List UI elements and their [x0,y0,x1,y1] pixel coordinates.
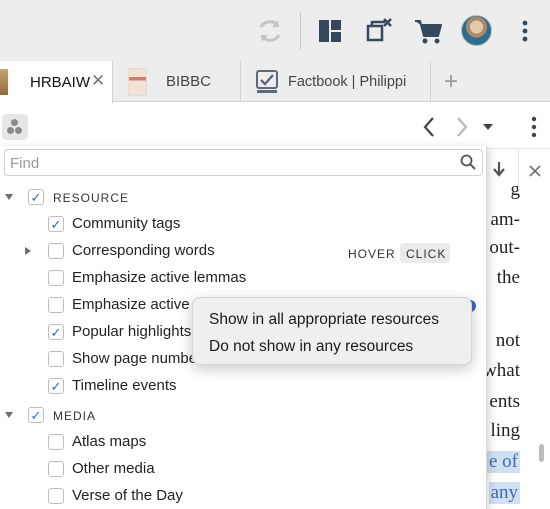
filter-label: Corresponding words [72,242,215,259]
filter-label: Community tags [72,215,181,232]
category-label: RESOURCE [53,191,130,205]
filter-row-emphasize-lemmas[interactable]: Emphasize active lemmas [0,265,487,291]
sync-icon[interactable] [255,16,285,46]
reader-line: ents [489,391,520,412]
tab-label: HRBAIW [30,73,90,91]
group-dot [7,127,14,134]
category-checkbox[interactable]: ✓ [28,189,44,205]
category-label: MEDIA [53,409,97,423]
filter-label: Atlas maps [72,433,147,450]
reader-line: out- [489,237,520,258]
menu-item-show-all[interactable]: Show in all appropriate resources [209,311,439,329]
tab-label: Factbook | Philippi [288,73,407,90]
filter-row-timeline-events[interactable]: ✓ Timeline events [0,373,487,399]
expand-triangle-icon[interactable] [25,247,31,255]
more-vert-icon[interactable] [531,116,537,138]
book-cover-icon [0,69,8,95]
filter-label: Show page numbe [72,350,198,367]
factbook-icon [256,69,278,94]
panel-divider [518,150,519,190]
filter-checkbox[interactable] [48,351,64,367]
filter-label: Popular highlights [72,323,192,340]
filter-checkbox[interactable] [48,297,64,313]
filter-label: Emphasize active r [72,296,199,313]
filter-row-other-media[interactable]: Other media [0,456,487,482]
filter-checkbox[interactable] [48,243,64,259]
filter-checkbox[interactable] [48,488,64,504]
filter-checkbox[interactable]: ✓ [48,378,64,394]
collapse-triangle-icon[interactable] [5,412,13,418]
filter-checkbox[interactable]: ✓ [48,216,64,232]
filter-label: Other media [72,460,155,477]
back-chevron-icon[interactable] [422,116,436,138]
layout-icon[interactable] [317,18,343,44]
more-vert-icon[interactable] [515,18,535,44]
reader-line: not [495,330,520,351]
book-cover-icon [128,67,147,96]
group-dot [15,127,22,134]
forward-chevron-icon[interactable] [455,116,469,138]
filter-checkbox[interactable] [48,434,64,450]
reader-line: am- [490,209,520,230]
new-tab-plus-icon[interactable]: + [444,68,458,96]
filter-label: Verse of the Day [72,487,183,504]
hover-toggle[interactable]: HOVER [348,247,396,261]
collapse-triangle-icon[interactable] [5,194,13,200]
menu-item-do-not-show[interactable]: Do not show in any resources [209,338,413,356]
reader-line: ling [490,420,520,441]
group-icon[interactable] [2,114,28,140]
filter-row-community-tags[interactable]: ✓ Community tags [0,211,487,237]
reader-line-highlighted: e of [486,451,520,473]
filter-checkbox[interactable] [48,270,64,286]
category-checkbox[interactable]: ✓ [28,407,44,423]
close-windows-icon[interactable] [364,16,394,46]
panel-header [0,103,550,149]
filter-checkbox[interactable] [48,461,64,477]
cart-icon[interactable] [412,16,444,46]
top-toolbar [0,0,550,61]
tab-factbook[interactable]: Factbook | Philippi [241,61,431,102]
filter-row-verse-of-the-day[interactable]: Verse of the Day [0,483,487,509]
search-icon[interactable] [460,154,476,170]
tab-hrbaiw[interactable]: HRBAIW ✕ [0,61,113,103]
category-row-media[interactable]: ✓ MEDIA [0,402,487,428]
avatar[interactable] [461,15,492,46]
dropdown-caret-icon[interactable] [482,123,494,131]
reader-line: what [483,360,520,381]
tab-bibbc[interactable]: BIBBC [113,61,241,102]
filter-label: Emphasize active lemmas [72,269,247,286]
category-row-resource[interactable]: ✓ RESOURCE [0,184,487,210]
filter-checkbox[interactable]: ✓ [48,324,64,340]
find-field[interactable] [4,149,483,176]
reader-line-highlighted: any [488,482,520,504]
close-icon[interactable] [529,165,541,177]
filter-label: Timeline events [72,377,177,394]
tab-bar: HRBAIW ✕ BIBBC Factbook | Philippi + [0,61,550,103]
click-toggle[interactable]: CLICK [406,247,446,261]
toolbar-divider [300,12,301,50]
reader-line: the [496,267,520,288]
find-input[interactable] [10,153,450,173]
tab-label: BIBBC [166,73,212,90]
filter-row-atlas-maps[interactable]: Atlas maps [0,429,487,455]
scrollbar-thumb[interactable] [539,444,544,462]
context-menu: Show in all appropriate resources Do not… [192,297,472,365]
download-arrow-icon[interactable] [492,161,506,179]
group-dot [11,119,18,126]
tab-close-icon[interactable]: ✕ [91,71,105,91]
